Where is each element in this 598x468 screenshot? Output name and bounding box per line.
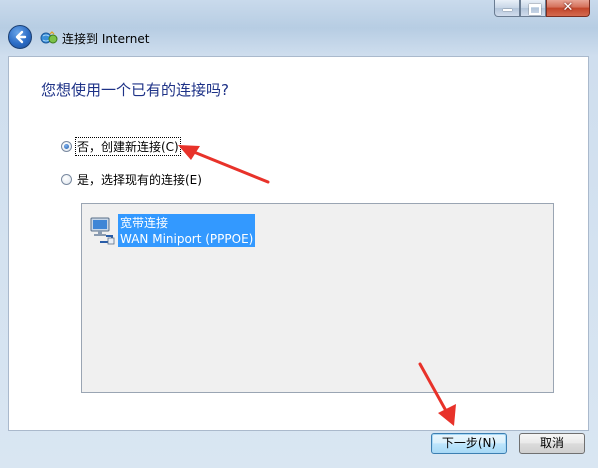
back-button[interactable]	[8, 25, 32, 49]
network-connection-icon	[90, 217, 115, 245]
wizard-header: 连接到 Internet	[0, 20, 598, 56]
radio-create-new[interactable]	[61, 140, 72, 152]
radio-use-existing[interactable]	[61, 173, 72, 185]
window-caption-buttons: ✕	[494, 0, 590, 18]
maximize-button[interactable]	[520, 0, 546, 17]
close-button[interactable]: ✕	[546, 0, 590, 17]
dialog-window: ✕ 连接到 Internet 您想使用一个已有的连接吗? 否，创建新连接(C) …	[0, 0, 598, 468]
existing-connections-list[interactable]: 宽带连接 WAN Miniport (PPPOE)	[81, 203, 554, 393]
connection-item-text: 宽带连接 WAN Miniport (PPPOE)	[118, 214, 256, 247]
next-button[interactable]: 下一步(N)	[431, 433, 507, 454]
minimize-button[interactable]	[494, 0, 520, 17]
option-use-existing[interactable]: 是，选择现有的连接(E)	[61, 170, 203, 188]
back-arrow-icon	[15, 30, 27, 44]
maximize-icon	[529, 4, 541, 15]
connection-name: 宽带连接	[120, 216, 169, 230]
page-heading: 您想使用一个已有的连接吗?	[41, 81, 229, 99]
close-icon: ✕	[562, 0, 574, 15]
option-create-new-label: 否，创建新连接(C)	[75, 136, 181, 156]
connection-item[interactable]: 宽带连接 WAN Miniport (PPPOE)	[88, 214, 256, 250]
connection-device: WAN Miniport (PPPOE)	[120, 232, 254, 246]
option-use-existing-label: 是，选择现有的连接(E)	[77, 172, 202, 187]
window-title: 连接到 Internet	[62, 32, 150, 46]
cancel-button[interactable]: 取消	[519, 433, 585, 454]
wizard-content-pane: 您想使用一个已有的连接吗? 否，创建新连接(C) 是，选择现有的连接(E) 宽带…	[8, 56, 589, 431]
option-create-new[interactable]: 否，创建新连接(C)	[61, 136, 181, 156]
internet-connection-icon	[40, 31, 58, 44]
minimize-icon	[503, 9, 512, 11]
